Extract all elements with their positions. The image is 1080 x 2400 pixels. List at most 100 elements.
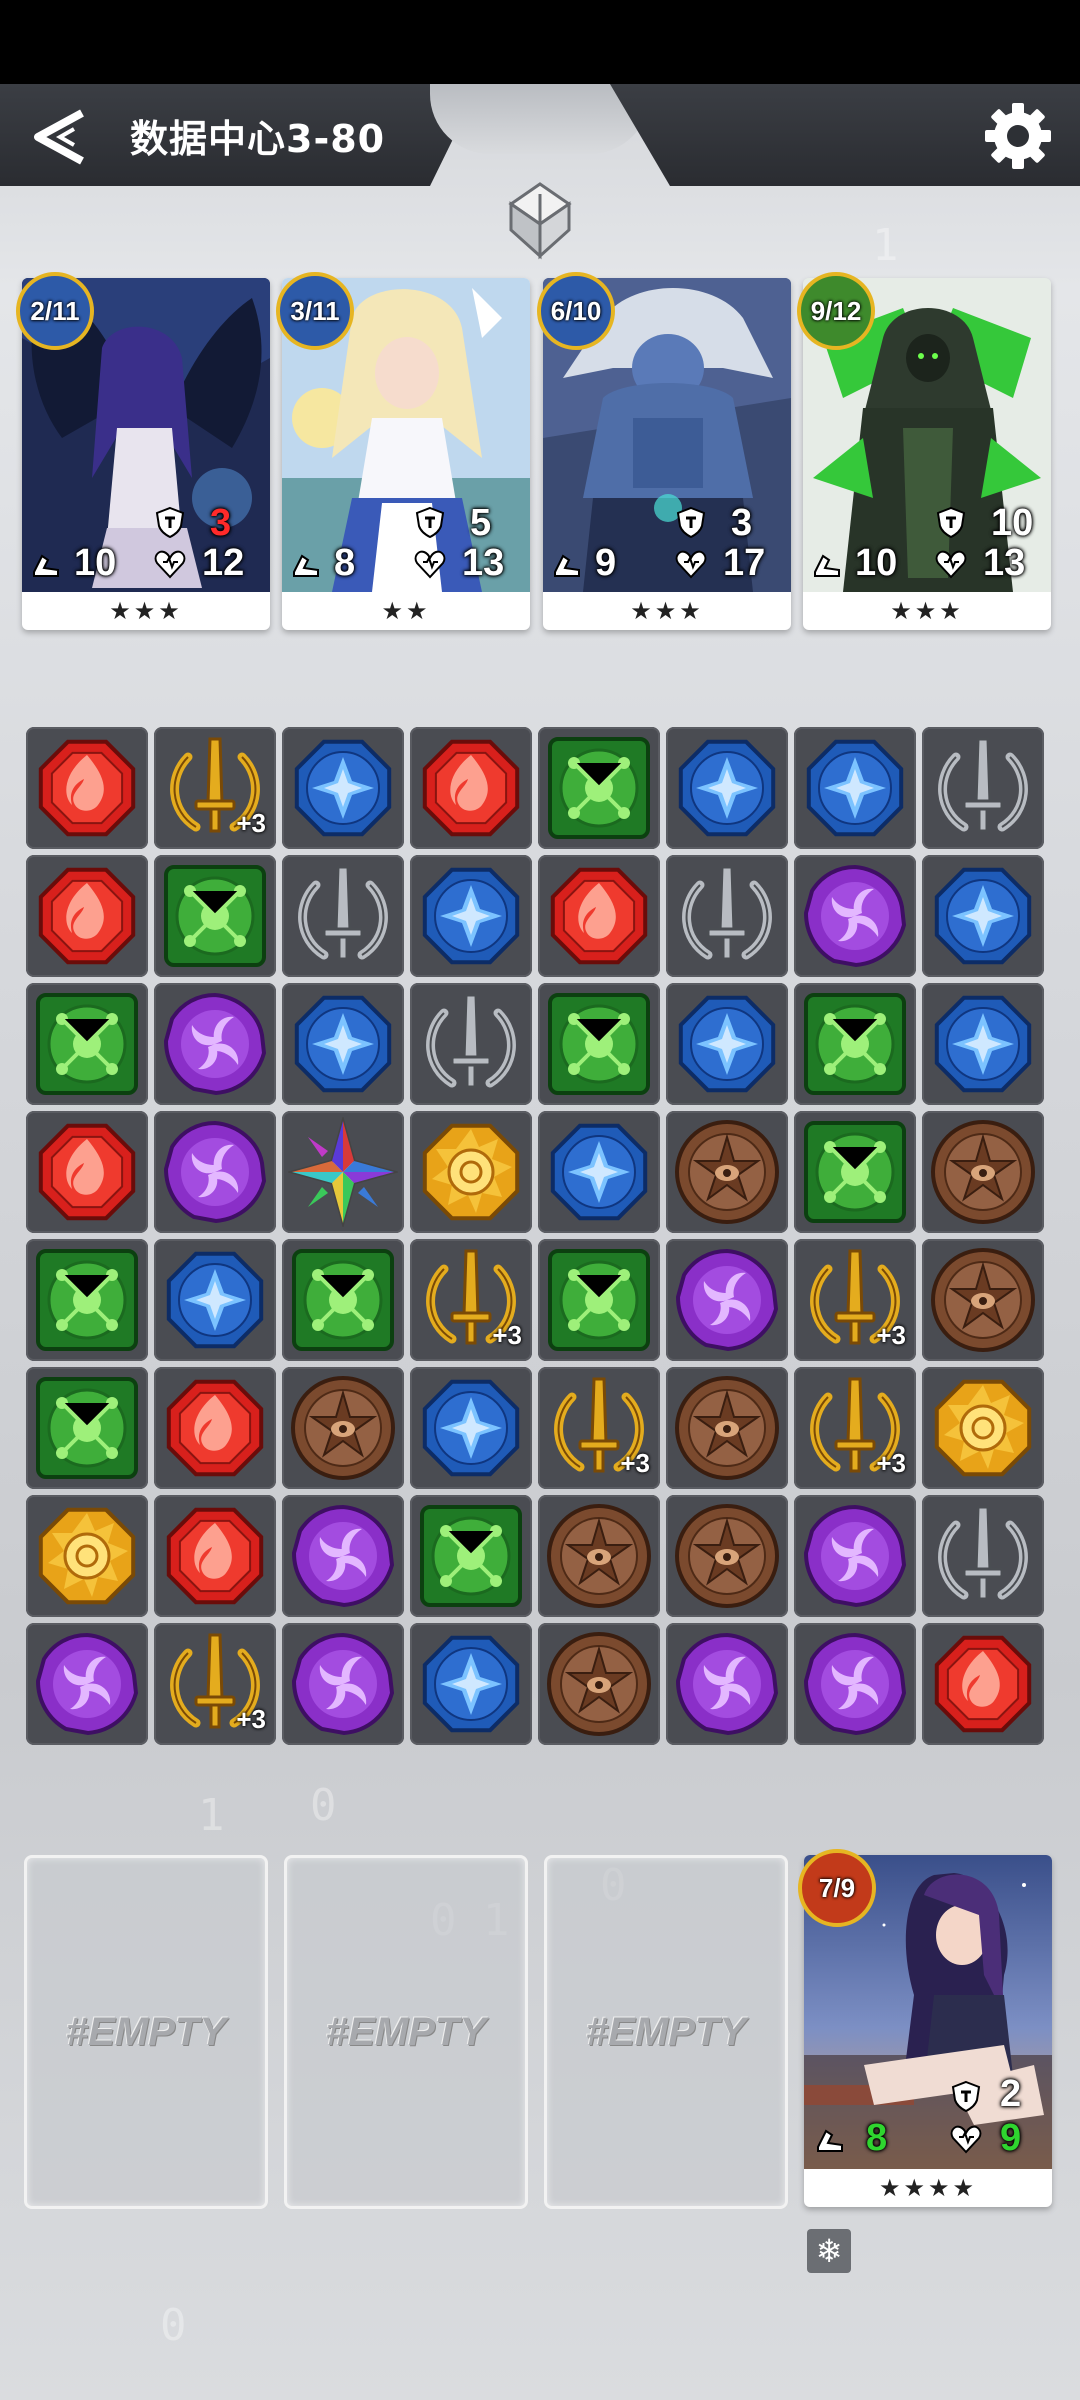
board-cell[interactable]: [922, 983, 1044, 1105]
board-cell[interactable]: [666, 1239, 788, 1361]
board-cell[interactable]: [154, 855, 276, 977]
gear-icon: [985, 103, 1051, 169]
enemy-card[interactable]: 3/11 5 8 13 ★★: [276, 272, 530, 630]
board-cell[interactable]: [794, 1111, 916, 1233]
board-cell[interactable]: [538, 855, 660, 977]
water-gem-icon: [934, 867, 1032, 965]
boot-icon: [293, 554, 319, 577]
earth-gem-icon: [547, 1632, 651, 1736]
board-cell[interactable]: [154, 1239, 276, 1361]
board-cell[interactable]: [282, 1111, 404, 1233]
board-cell[interactable]: [154, 983, 276, 1105]
board-cell[interactable]: [282, 1623, 404, 1745]
board-cell[interactable]: [666, 727, 788, 849]
boot-icon: [554, 554, 580, 577]
enemy-card[interactable]: 2/11 3 10 12 ★★★: [16, 272, 270, 630]
board-cell[interactable]: [282, 1367, 404, 1489]
heart-icon: [675, 550, 707, 579]
board-cell[interactable]: [666, 1623, 788, 1745]
board-cell[interactable]: [666, 855, 788, 977]
board-cell[interactable]: [666, 1495, 788, 1617]
board-cell[interactable]: [538, 1239, 660, 1361]
board-cell[interactable]: [26, 983, 148, 1105]
board-cell[interactable]: [922, 1367, 1044, 1489]
freeze-button[interactable]: ❄: [807, 2229, 851, 2273]
board-cell[interactable]: +3: [154, 1623, 276, 1745]
board-cell[interactable]: [538, 983, 660, 1105]
sun-gem-icon: [934, 1379, 1032, 1477]
shadow-gem-icon: [163, 992, 267, 1096]
board-cell[interactable]: [922, 727, 1044, 849]
board-cell[interactable]: [410, 727, 532, 849]
board-cell[interactable]: [410, 1111, 532, 1233]
board-cell[interactable]: [666, 1111, 788, 1233]
board-cell[interactable]: +3: [154, 727, 276, 849]
enemy-card[interactable]: 6/10 3 9 17 ★★★: [537, 272, 791, 630]
settings-button[interactable]: [982, 100, 1054, 172]
hero-slot-empty[interactable]: #EMPTY: [284, 1855, 528, 2209]
water-gem-icon: [166, 1251, 264, 1349]
board-cell[interactable]: [154, 1367, 276, 1489]
shield-icon: [676, 506, 706, 538]
board-cell[interactable]: [922, 1111, 1044, 1233]
bg-decor: 0: [160, 2300, 187, 2351]
board-cell[interactable]: [794, 855, 916, 977]
board-cell[interactable]: [538, 727, 660, 849]
board-cell[interactable]: [26, 1367, 148, 1489]
board-cell[interactable]: [410, 1623, 532, 1745]
board-cell[interactable]: [922, 1623, 1044, 1745]
silver-sword-icon: [426, 993, 516, 1089]
board-cell[interactable]: [538, 1495, 660, 1617]
water-gem-icon: [550, 1123, 648, 1221]
nature-gem-icon: [548, 1249, 650, 1351]
nature-gem-icon: [804, 1121, 906, 1223]
board-cell[interactable]: +3: [538, 1367, 660, 1489]
board-cell[interactable]: [922, 855, 1044, 977]
board-cell[interactable]: [410, 1495, 532, 1617]
enemy-card[interactable]: 9/12 10 10 13 ★★★: [797, 272, 1051, 630]
board-cell[interactable]: [794, 727, 916, 849]
hero-slot-empty[interactable]: #EMPTY: [24, 1855, 268, 2209]
board-cell[interactable]: [282, 1495, 404, 1617]
shield-icon: [951, 2080, 981, 2112]
board-cell[interactable]: [922, 1239, 1044, 1361]
board-cell[interactable]: [282, 1239, 404, 1361]
enemy-armor: 3: [210, 502, 232, 544]
board-cell[interactable]: [282, 983, 404, 1105]
board-cell[interactable]: [410, 1367, 532, 1489]
board-cell[interactable]: [538, 1623, 660, 1745]
board-cell[interactable]: [410, 855, 532, 977]
hero-slot-empty[interactable]: #EMPTY: [544, 1855, 788, 2209]
shadow-gem-icon: [675, 1632, 779, 1736]
bg-decor: 1: [198, 1790, 225, 1841]
board-cell[interactable]: [26, 1111, 148, 1233]
board-cell[interactable]: +3: [794, 1239, 916, 1361]
slot-label: #EMPTY: [585, 2009, 747, 2054]
board-cell[interactable]: +3: [410, 1239, 532, 1361]
board-cell[interactable]: [26, 855, 148, 977]
hero-card[interactable]: 7/9 2 8 9 ★★★★: [798, 1849, 1052, 2207]
board-cell[interactable]: [794, 1495, 916, 1617]
board-cell[interactable]: [154, 1111, 276, 1233]
board-cell[interactable]: [922, 1495, 1044, 1617]
board-cell[interactable]: [26, 727, 148, 849]
bonus-label: +3: [492, 1320, 522, 1350]
board-cell[interactable]: [26, 1239, 148, 1361]
sun-gem-icon: [38, 1507, 136, 1605]
board-cell[interactable]: +3: [794, 1367, 916, 1489]
enemy-stars: ★★★: [109, 597, 183, 625]
board-cell[interactable]: [666, 1367, 788, 1489]
board-cell[interactable]: [154, 1495, 276, 1617]
board-cell[interactable]: [538, 1111, 660, 1233]
board-cell[interactable]: [26, 1495, 148, 1617]
board-cell[interactable]: [26, 1623, 148, 1745]
board-cell[interactable]: [794, 983, 916, 1105]
board-cell[interactable]: [410, 983, 532, 1105]
back-button[interactable]: [28, 106, 92, 168]
board-cell[interactable]: [666, 983, 788, 1105]
board-cell[interactable]: [794, 1623, 916, 1745]
board-cell[interactable]: [282, 855, 404, 977]
enemy-hp: 13: [462, 542, 505, 584]
shadow-gem-icon: [163, 1120, 267, 1224]
board-cell[interactable]: [282, 727, 404, 849]
